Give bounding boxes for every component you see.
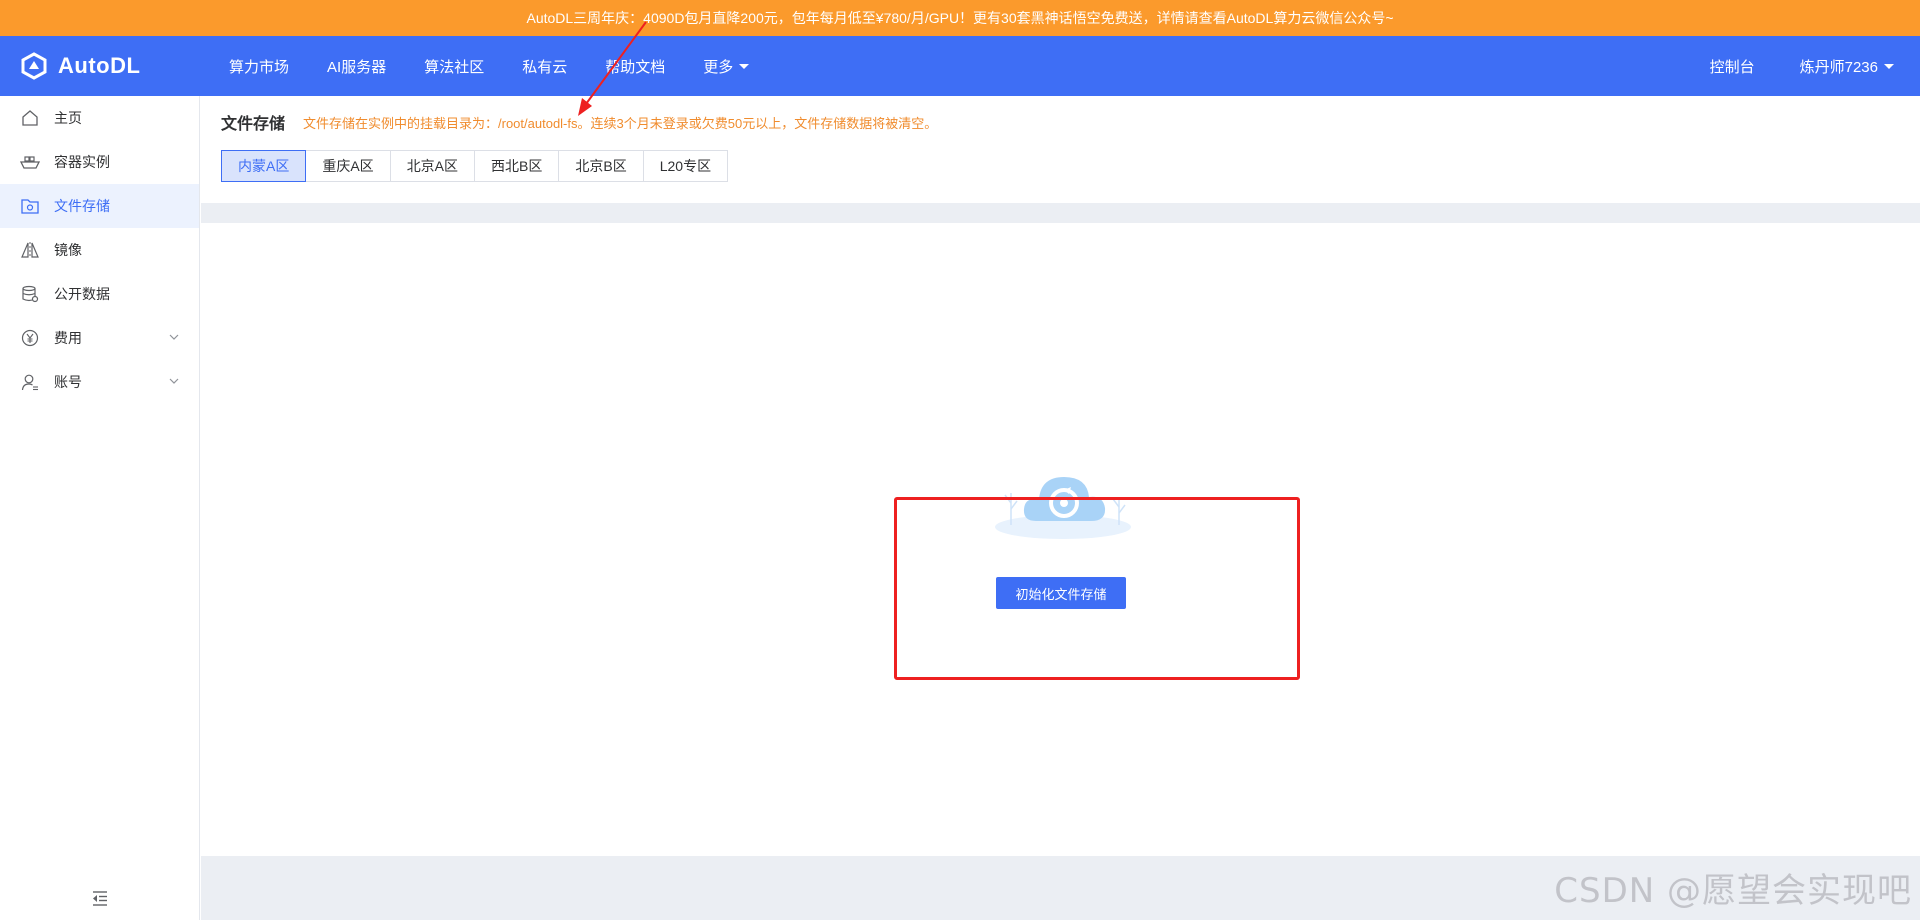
nav-item-help-docs[interactable]: 帮助文档 bbox=[586, 36, 684, 96]
chevron-down-icon bbox=[739, 63, 750, 69]
tab-chongqing-a[interactable]: 重庆A区 bbox=[305, 150, 391, 182]
promo-banner-text: AutoDL三周年庆：4090D包月直降200元，包年每月低至¥780/月/GP… bbox=[526, 10, 1394, 26]
main-content: 文件存储 文件存储在实例中的挂载目录为：/root/autodl-fs。连续3个… bbox=[201, 96, 1920, 920]
tab-beijing-b[interactable]: 北京B区 bbox=[558, 150, 644, 182]
nav-item-ai-server[interactable]: AI服务器 bbox=[308, 36, 405, 96]
tab-beijing-a[interactable]: 北京A区 bbox=[389, 150, 476, 182]
sidebar-item-mirror[interactable]: 镜像 bbox=[0, 228, 199, 272]
yen-icon bbox=[20, 328, 40, 348]
sidebar-item-label: 公开数据 bbox=[54, 286, 110, 302]
chevron-down-icon bbox=[169, 378, 179, 384]
cloud-storage-illustration bbox=[995, 477, 1131, 539]
tab-neimeng-a[interactable]: 内蒙A区 bbox=[221, 150, 307, 182]
sidebar-item-label: 容器实例 bbox=[54, 154, 110, 170]
sidebar-item-label: 账号 bbox=[54, 374, 82, 390]
init-file-storage-button[interactable]: 初始化文件存储 bbox=[996, 577, 1126, 609]
username: 炼丹师7236 bbox=[1799, 58, 1878, 76]
sidebar-item-billing[interactable]: 费用 bbox=[0, 316, 199, 360]
brand-name: AutoDL bbox=[58, 53, 141, 78]
chevron-down-icon bbox=[1884, 63, 1894, 69]
sidebar: 主页 容器实例 文件存储 镜像 公开数据 费用 账号 bbox=[0, 96, 200, 920]
nav-item-more[interactable]: 更多 bbox=[684, 36, 768, 96]
nav-item-algorithm-community[interactable]: 算法社区 bbox=[405, 36, 503, 96]
sidebar-item-label: 主页 bbox=[54, 110, 82, 126]
database-icon bbox=[20, 284, 40, 304]
storage-empty-panel: 初始化文件存储 bbox=[201, 223, 1920, 856]
sidebar-item-container-instances[interactable]: 容器实例 bbox=[0, 140, 199, 184]
autodl-logo-icon bbox=[21, 52, 47, 80]
container-icon bbox=[20, 152, 40, 172]
region-tabs: 内蒙A区 重庆A区 北京A区 西北B区 北京B区 L20专区 bbox=[221, 150, 729, 182]
sidebar-item-file-storage[interactable]: 文件存储 bbox=[0, 184, 199, 228]
csdn-watermark: CSDN @愿望会实现吧 bbox=[1554, 871, 1912, 911]
console-link[interactable]: 控制台 bbox=[1710, 56, 1755, 77]
user-icon bbox=[20, 372, 40, 392]
sidebar-item-label: 镜像 bbox=[54, 242, 82, 258]
sidebar-item-home[interactable]: 主页 bbox=[0, 96, 199, 140]
chevron-down-icon bbox=[169, 334, 179, 340]
promo-banner[interactable]: AutoDL三周年庆：4090D包月直降200元，包年每月低至¥780/月/GP… bbox=[0, 0, 1920, 36]
tab-xibei-b[interactable]: 西北B区 bbox=[474, 150, 560, 182]
sidebar-item-account[interactable]: 账号 bbox=[0, 360, 199, 404]
nav-item-compute-market[interactable]: 算力市场 bbox=[210, 36, 308, 96]
top-navigation: AutoDL 算力市场 AI服务器 算法社区 私有云 帮助文档 更多 控制台 炼… bbox=[0, 36, 1920, 96]
sidebar-item-public-data[interactable]: 公开数据 bbox=[0, 272, 199, 316]
page-title: 文件存储 bbox=[221, 116, 286, 133]
mirror-icon bbox=[20, 240, 40, 260]
collapse-sidebar-icon[interactable] bbox=[90, 888, 110, 908]
nav-item-private-cloud[interactable]: 私有云 bbox=[503, 36, 586, 96]
home-icon bbox=[20, 108, 40, 128]
tab-l20[interactable]: L20专区 bbox=[642, 150, 729, 182]
file-storage-header: 文件存储 文件存储在实例中的挂载目录为：/root/autodl-fs。连续3个… bbox=[201, 96, 1920, 203]
brand-logo[interactable]: AutoDL bbox=[0, 36, 210, 96]
sidebar-item-label: 文件存储 bbox=[54, 198, 110, 214]
mount-notice: 文件存储在实例中的挂载目录为：/root/autodl-fs。连续3个月未登录或… bbox=[303, 115, 938, 131]
sidebar-item-label: 费用 bbox=[54, 330, 82, 346]
user-menu[interactable]: 炼丹师7236 bbox=[1800, 56, 1894, 77]
file-storage-icon bbox=[20, 196, 40, 216]
